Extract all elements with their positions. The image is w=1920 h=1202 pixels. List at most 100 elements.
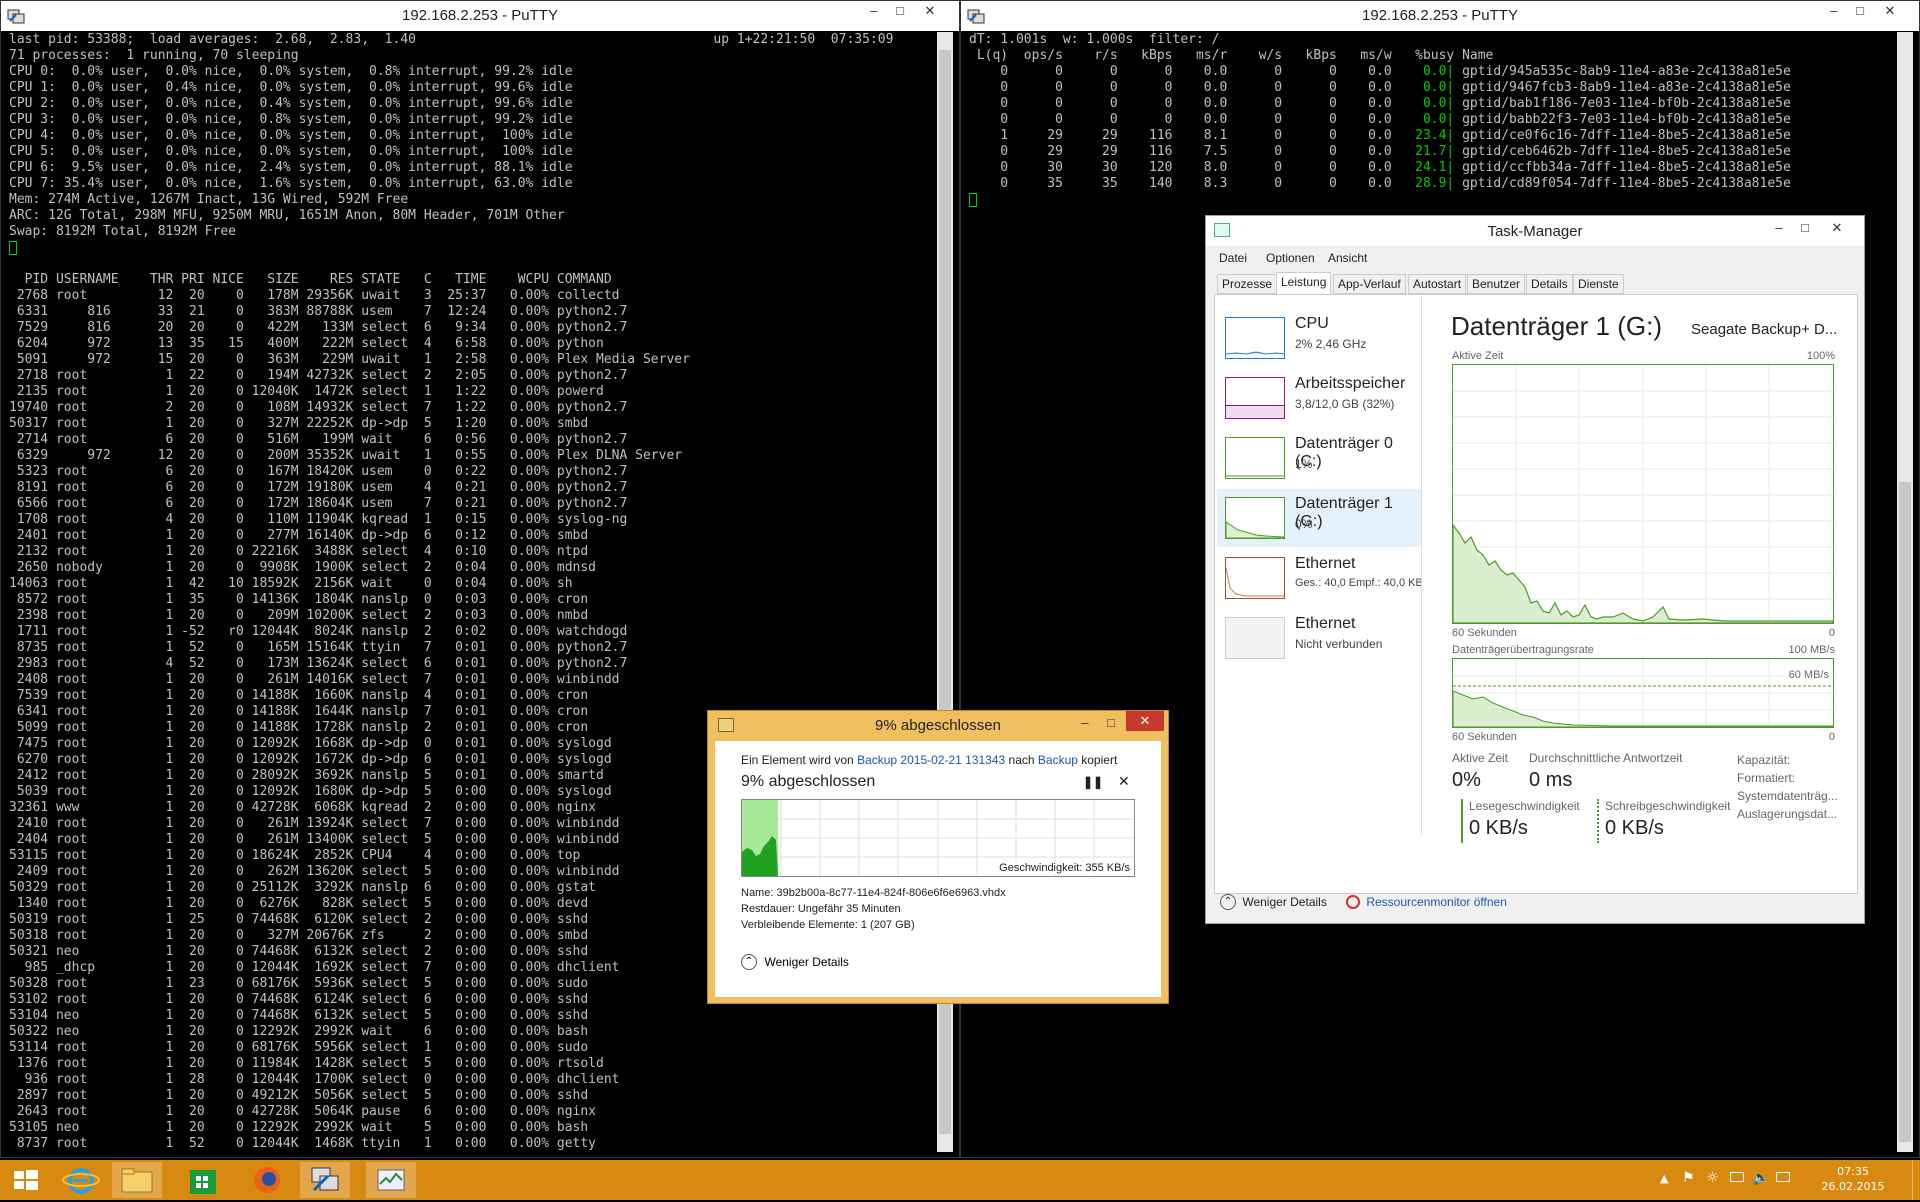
terminal-line: 2408 root 1 20 0 261M 14016K select 7 0:…	[9, 672, 935, 688]
terminal-line: 53105 neo 1 20 0 12292K 2992K wait 5 0:0…	[9, 1120, 935, 1136]
scroll-thumb[interactable]	[1899, 482, 1911, 1142]
internet-explorer-button[interactable]	[56, 1162, 106, 1198]
terminal-line: 2132 root 1 20 0 22216K 3488K select 4 0…	[9, 544, 935, 560]
putty-taskbar-button[interactable]	[300, 1162, 350, 1198]
graph1-label: Aktive Zeit	[1452, 350, 1503, 362]
graph2-label: Datenträgerübertragungsrate	[1452, 644, 1594, 656]
window-title: 192.168.2.253 - PuTTY	[1, 7, 959, 24]
performance-panel: CPU 2% 2,46 GHz Arbeitsspeicher 3,8/12,0…	[1214, 294, 1858, 894]
clock[interactable]: 07:35 26.02.2015	[1818, 1164, 1888, 1194]
terminal-line: 2768 root 12 20 0 178M 29356K uwait 3 25…	[9, 288, 935, 304]
terminal-line: 2398 root 1 20 0 209M 10200K select 2 0:…	[9, 608, 935, 624]
resource-monitor-link[interactable]: Ressourcenmonitor öffnen	[1346, 894, 1507, 916]
destination-link[interactable]: Backup	[1038, 753, 1078, 767]
task-manager-window[interactable]: Task-Manager – □ ✕ Datei Optionen Ansich…	[1205, 215, 1865, 924]
putty-titlebar-right[interactable]: 192.168.2.253 - PuTTY – □ ✕	[961, 1, 1919, 31]
flag-icon[interactable]: ⚑	[1682, 1170, 1695, 1186]
gstat-line: dT: 1.001s w: 1.000s filter: /	[969, 32, 1895, 48]
sidebar-item-disk-1[interactable]: Datenträger 1 (G:) 0%	[1217, 489, 1421, 547]
tab-leistung[interactable]: Leistung	[1276, 272, 1331, 295]
graph2-max: 100 MB/s	[1789, 644, 1835, 656]
minimize-button[interactable]: –	[1072, 713, 1098, 735]
close-button[interactable]: ✕	[1820, 218, 1854, 240]
terminal-line: 50317 root 1 20 0 327M 22252K dp->dp 5 1…	[9, 416, 935, 432]
tab-autostart[interactable]: Autostart	[1408, 274, 1466, 294]
minimize-button[interactable]: –	[1766, 218, 1792, 240]
terminal-line: 8735 root 1 52 0 165M 15164K ttyin 7 0:0…	[9, 640, 935, 656]
sidebar-item-memory[interactable]: Arbeitsspeicher 3,8/12,0 GB (32%)	[1217, 369, 1421, 427]
sidebar-item-ethernet-1[interactable]: Ethernet Ges.: 40,0 Empf.: 40,0 KB	[1217, 549, 1421, 607]
clock-time: 07:35	[1818, 1164, 1888, 1179]
maximize-button[interactable]: □	[887, 1, 913, 23]
sidebar-item-ethernet-2[interactable]: Ethernet Nicht verbunden	[1217, 609, 1421, 667]
network-icon[interactable]: ☼	[1706, 1170, 1719, 1186]
tab-bar: Prozesse Leistung App-Verlauf Autostart …	[1206, 272, 1864, 294]
terminal-line: 5323 root 6 20 0 167M 18420K usem 0 0:22…	[9, 464, 935, 480]
store-button[interactable]	[178, 1162, 228, 1198]
progress-heading: 9% abgeschlossen	[741, 773, 875, 791]
task-manager-taskbar-button[interactable]	[366, 1162, 416, 1198]
copy-progress-dialog[interactable]: 9% abgeschlossen – □ ✕ Ein Element wird …	[707, 710, 1169, 1004]
firefox-button[interactable]	[242, 1162, 292, 1198]
terminal-line	[9, 240, 935, 256]
close-button[interactable]: ✕	[1126, 711, 1164, 731]
putty-titlebar-left[interactable]: 192.168.2.253 - PuTTY – □ ✕	[1, 1, 959, 31]
show-desktop-button[interactable]	[1912, 1160, 1920, 1200]
copy-line-post: kopiert	[1078, 753, 1117, 767]
maximize-button[interactable]: □	[1847, 1, 1873, 23]
terminal-line: 19740 root 2 20 0 108M 14932K select 7 1…	[9, 400, 935, 416]
source-link[interactable]: Backup 2015-02-21 131343	[857, 753, 1005, 767]
terminal-line: 6204 972 13 35 15 400M 222M select 4 6:5…	[9, 336, 935, 352]
sidebar-item-disk-0[interactable]: Datenträger 0 (C:) 1%	[1217, 429, 1421, 487]
close-button[interactable]: ✕	[1873, 1, 1907, 23]
minimize-button[interactable]: –	[1821, 1, 1847, 23]
window-title: 192.168.2.253 - PuTTY	[961, 7, 1919, 24]
gstat-line: 0 29 29 116 7.5 0 0 0.0 21.7| gptid/ceb6…	[969, 144, 1895, 160]
maximize-button[interactable]: □	[1098, 713, 1124, 735]
disk-properties: Kapazität: Formatiert: Systemdatenträg..…	[1737, 751, 1838, 823]
file-explorer-button[interactable]	[112, 1162, 162, 1198]
minimize-button[interactable]: –	[861, 1, 887, 23]
tab-dienste[interactable]: Dienste	[1573, 274, 1624, 294]
menu-optionen[interactable]: Optionen	[1266, 251, 1315, 265]
sidebar-divider[interactable]	[1421, 295, 1422, 835]
menu-ansicht[interactable]: Ansicht	[1328, 251, 1367, 265]
close-button[interactable]: ✕	[913, 1, 947, 23]
terminal-line: 1711 root 1 -52 r0 12044K 8024K nanslp 2…	[9, 624, 935, 640]
start-button[interactable]	[0, 1162, 50, 1198]
keyboard-icon[interactable]	[1776, 1172, 1790, 1182]
resource-monitor-label[interactable]: Ressourcenmonitor öffnen	[1366, 895, 1507, 909]
terminal-line: 2897 root 1 20 0 49212K 5056K select 5 0…	[9, 1088, 935, 1104]
sidebar-item-cpu[interactable]: CPU 2% 2,46 GHz	[1217, 309, 1421, 367]
volume-icon[interactable]: 🔈	[1752, 1170, 1769, 1186]
stat-active-label: Aktive Zeit	[1452, 751, 1508, 765]
terminal-line: 53104 neo 1 20 0 74468K 6132K select 5 0…	[9, 1008, 935, 1024]
cancel-button[interactable]: ✕	[1118, 773, 1134, 791]
write-speed-value: 0 KB/s	[1605, 817, 1730, 840]
task-manager-titlebar[interactable]: Task-Manager – □ ✕	[1206, 216, 1864, 246]
terminal-line: Swap: 8192M Total, 8192M Free	[9, 224, 935, 240]
tab-prozesse[interactable]: Prozesse	[1217, 274, 1277, 294]
fewer-details-link[interactable]: ⌃ Weniger Details	[741, 953, 849, 975]
memory-thumbnail-graph	[1225, 377, 1285, 419]
terminal-line: 8737 root 1 52 0 12044K 1468K ttyin 1 0:…	[9, 1136, 935, 1152]
graph2-min: 0	[1829, 731, 1835, 743]
maximize-button[interactable]: □	[1792, 218, 1818, 240]
store-icon	[178, 1162, 228, 1198]
terminal-line: ARC: 12G Total, 298M MFU, 9250M MRU, 165…	[9, 208, 935, 224]
stat-response-label: Durchschnittliche Antwortzeit	[1529, 751, 1682, 765]
sidebar-label: Datenträger 0 (C:)	[1295, 435, 1421, 471]
scrollbar[interactable]	[1897, 32, 1913, 1152]
firefox-icon	[242, 1162, 292, 1198]
fewer-details-link[interactable]: ⌃ Weniger Details	[1220, 894, 1327, 916]
terminal-line: CPU 6: 9.5% user, 0.0% nice, 2.4% system…	[9, 160, 935, 176]
menu-datei[interactable]: Datei	[1219, 251, 1247, 265]
battery-icon[interactable]	[1730, 1172, 1744, 1182]
gstat-line: L(q) ops/s r/s kBps ms/r w/s kBps ms/w %…	[969, 48, 1895, 64]
tab-app-verlauf[interactable]: App-Verlauf	[1333, 274, 1406, 294]
tab-benutzer[interactable]: Benutzer	[1467, 274, 1525, 294]
active-time-graph	[1452, 364, 1834, 624]
pause-button[interactable]: ❚❚	[1083, 775, 1099, 791]
show-hidden-icons-icon[interactable]: ▲	[1660, 1172, 1668, 1185]
tab-details[interactable]: Details	[1526, 274, 1573, 294]
